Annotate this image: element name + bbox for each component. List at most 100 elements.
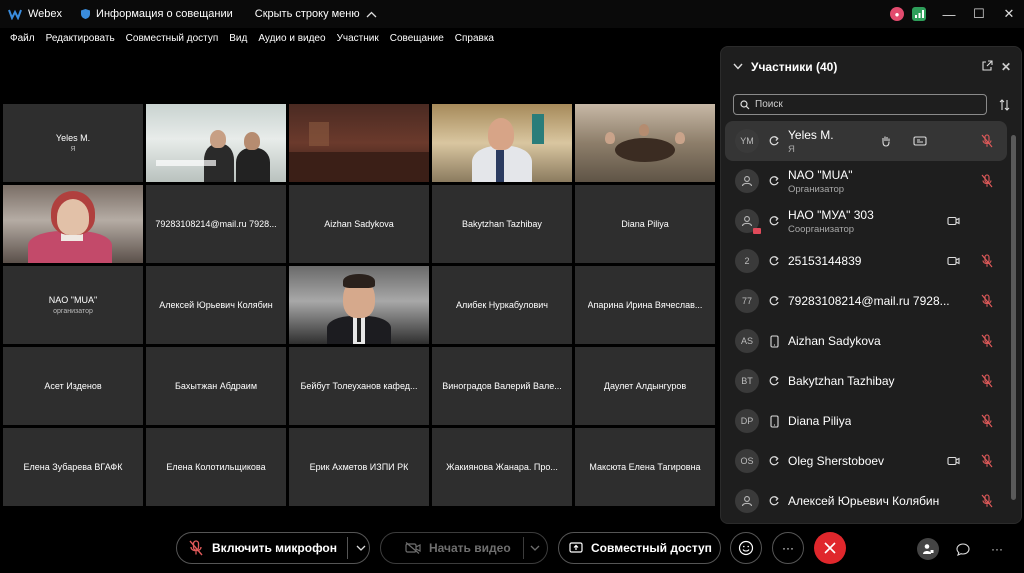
video-tile-live[interactable]: [146, 104, 286, 182]
reactions-button[interactable]: [730, 532, 762, 564]
avatar-person-icon: [735, 169, 759, 193]
video-tile[interactable]: Bakytzhan Tazhibay: [432, 185, 572, 263]
video-options-chevron-icon[interactable]: [530, 545, 540, 551]
participants-toggle-button[interactable]: [917, 538, 939, 560]
hide-menu-bar-label: Скрыть строку меню: [254, 8, 360, 20]
recording-indicator-icon[interactable]: ●: [890, 7, 904, 21]
participant-name: NAO "MUA": [788, 167, 853, 182]
pop-out-icon[interactable]: [982, 60, 993, 74]
video-tile[interactable]: Алибек Нуркабулович: [432, 266, 572, 344]
participant-row[interactable]: BT Bakytzhan Tazhibay: [725, 361, 1007, 401]
video-tile[interactable]: Максюта Елена Тагировна: [575, 428, 715, 506]
tile-participant-name: Diana Piliya: [621, 219, 669, 229]
mic-muted-icon[interactable]: [981, 414, 993, 428]
video-tile[interactable]: Ерик Ахметов ИЗПИ РК: [289, 428, 429, 506]
raise-hand-icon[interactable]: [881, 135, 891, 147]
video-tile[interactable]: Бейбут Толеуханов кафед...: [289, 347, 429, 425]
avatar-person-icon: [735, 489, 759, 513]
scroll-thumb[interactable]: [1011, 135, 1016, 500]
captions-icon[interactable]: [913, 136, 927, 146]
share-button[interactable]: Совместный доступ: [558, 532, 721, 564]
maximize-button[interactable]: ☐: [964, 0, 994, 28]
video-tile[interactable]: Aizhan Sadykova: [289, 185, 429, 263]
participants-panel: Участники (40) ✕ YM Yeles M.Я NAO "MUA"Орг…: [720, 46, 1022, 524]
video-tile[interactable]: 79283108214@mail.ru 7928...: [146, 185, 286, 263]
video-tile[interactable]: Елена Зубарева ВГАФК: [3, 428, 143, 506]
menu-help[interactable]: Справка: [455, 33, 494, 44]
participant-search[interactable]: [733, 94, 987, 115]
meeting-info-button[interactable]: Информация о совещании: [80, 8, 233, 20]
participant-name: Bakytzhan Tazhibay: [788, 374, 895, 388]
video-tile-live[interactable]: [289, 266, 429, 344]
tile-participant-name: Алибек Нуркабулович: [456, 300, 548, 310]
mic-muted-icon[interactable]: [981, 454, 993, 468]
sync-device-icon: [768, 175, 780, 187]
participant-row[interactable]: AS Aizhan Sadykova: [725, 321, 1007, 361]
close-panel-icon[interactable]: ✕: [1001, 60, 1011, 74]
search-input[interactable]: [755, 99, 975, 110]
participants-scrollbar[interactable]: [1011, 127, 1017, 515]
mic-muted-icon[interactable]: [981, 254, 993, 268]
mic-muted-icon[interactable]: [981, 374, 993, 388]
video-tile-live[interactable]: [432, 104, 572, 182]
sort-icon[interactable]: [995, 95, 1013, 115]
video-tile-live[interactable]: [289, 104, 429, 182]
video-tile[interactable]: Бахытжан Абдраим: [146, 347, 286, 425]
more-options-button[interactable]: ···: [772, 532, 804, 564]
mic-muted-icon[interactable]: [981, 294, 993, 308]
video-tile[interactable]: NAO "MUA" организатор: [3, 266, 143, 344]
tile-participant-name: Апарина Ирина Вячеслав...: [587, 300, 703, 310]
end-call-button[interactable]: [814, 532, 846, 564]
smiley-icon: [738, 540, 754, 556]
menu-share[interactable]: Совместный доступ: [126, 33, 219, 44]
video-tile[interactable]: Diana Piliya: [575, 185, 715, 263]
mic-muted-icon[interactable]: [981, 334, 993, 348]
video-tile[interactable]: Апарина Ирина Вячеслав...: [575, 266, 715, 344]
collapse-chevron-icon[interactable]: [733, 62, 743, 73]
hide-menu-bar-button[interactable]: Скрыть строку меню: [255, 8, 377, 20]
search-icon: [740, 99, 750, 109]
participant-row[interactable]: Алексей Юрьевич Колябин: [725, 481, 1007, 521]
video-tile[interactable]: Yeles M. Я: [3, 104, 143, 182]
mic-muted-icon[interactable]: [981, 174, 993, 188]
audio-options-chevron-icon[interactable]: [356, 545, 366, 551]
participant-row[interactable]: 77 79283108214@mail.ru 7928...: [725, 281, 1007, 321]
menu-participant[interactable]: Участник: [337, 33, 379, 44]
avatar: 2: [735, 249, 759, 273]
avatar-person-icon: [735, 209, 761, 234]
chat-bubble-icon: [956, 542, 970, 556]
menu-file[interactable]: Файл: [10, 33, 35, 44]
mic-muted-icon[interactable]: [981, 494, 993, 508]
video-tile[interactable]: Асет Изденов: [3, 347, 143, 425]
menu-audio-video[interactable]: Аудио и видео: [258, 33, 325, 44]
unmute-button[interactable]: Включить микрофон: [176, 532, 370, 564]
mic-muted-icon[interactable]: [981, 134, 993, 148]
participant-row[interactable]: NAO "MUA" Организатор: [725, 161, 1007, 201]
video-tile[interactable]: Жакиянова Жанара. Про...: [432, 428, 572, 506]
close-window-button[interactable]: ✕: [994, 0, 1024, 28]
menu-meeting[interactable]: Совещание: [390, 33, 444, 44]
participant-name: Diana Piliya: [788, 414, 852, 428]
menu-edit[interactable]: Редактировать: [46, 33, 115, 44]
sync-device-icon: [768, 455, 780, 467]
chat-button[interactable]: [952, 538, 974, 560]
participant-row[interactable]: OS Oleg Sherstoboev: [725, 441, 1007, 481]
sync-device-icon: [768, 495, 780, 507]
video-tile[interactable]: Елена Колотильщикова: [146, 428, 286, 506]
tile-participant-name: Ерик Ахметов ИЗПИ РК: [309, 462, 409, 472]
start-video-button[interactable]: Начать видео: [380, 532, 548, 564]
avatar: OS: [735, 449, 759, 473]
participant-row[interactable]: НАО "МУА" 303 Соорганизатор: [725, 201, 1007, 241]
video-tile-live[interactable]: [3, 185, 143, 263]
more-panels-button[interactable]: ···: [986, 538, 1008, 560]
video-tile[interactable]: Даулет Алдынгуров: [575, 347, 715, 425]
participant-row[interactable]: YM Yeles M. Я: [725, 121, 1007, 161]
minimize-button[interactable]: —: [934, 0, 964, 28]
participant-row[interactable]: 2 25153144839: [725, 241, 1007, 281]
video-tile[interactable]: Алексей Юрьевич Колябин: [146, 266, 286, 344]
menu-view[interactable]: Вид: [229, 33, 247, 44]
video-tile[interactable]: Виноградов Валерий Вале...: [432, 347, 572, 425]
video-tile-live[interactable]: [575, 104, 715, 182]
network-health-icon[interactable]: [912, 7, 926, 21]
participant-row[interactable]: DP Diana Piliya: [725, 401, 1007, 441]
